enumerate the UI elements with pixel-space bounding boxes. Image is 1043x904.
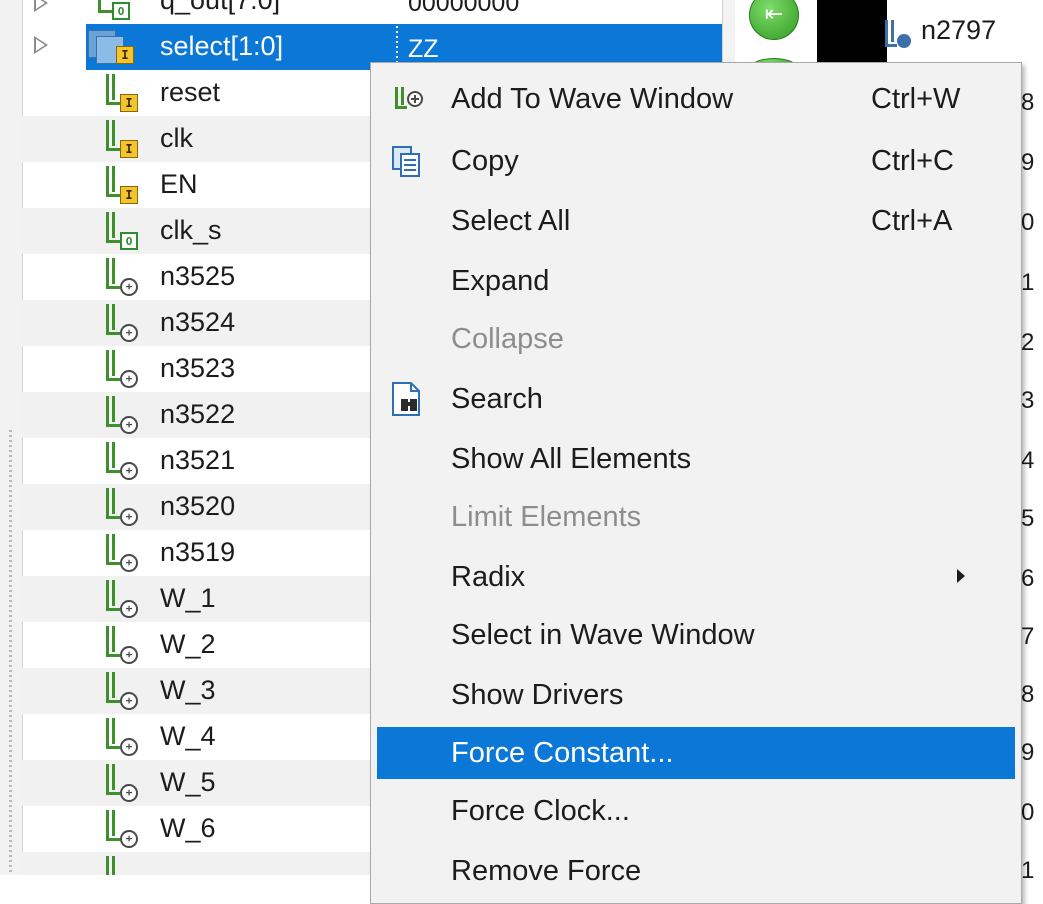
net-icon <box>885 20 915 52</box>
menu-item-select-in-wave-window[interactable]: Select in Wave Window <box>371 609 1021 661</box>
menu-item-label: Show All Elements <box>451 443 692 475</box>
tree-row-label: n3519 <box>160 537 236 567</box>
menu-item-label: Remove Force <box>451 855 642 887</box>
row-digit: 8 <box>1021 89 1035 116</box>
menu-item-search[interactable]: Search <box>371 373 1021 425</box>
row-digit: 2 <box>1021 329 1035 356</box>
menu-item-label: Force Clock... <box>451 795 630 827</box>
tree-row-label: n3522 <box>160 399 236 429</box>
menu-item-label: Copy <box>451 145 519 177</box>
net-signal-icon: + <box>102 396 138 436</box>
tree-row-q-out[interactable]: O q_out[7:0] 00000000 <box>22 0 722 24</box>
row-digit: 9 <box>1021 739 1035 766</box>
row-digit: 8 <box>1021 681 1035 708</box>
menu-item-limit-elements: Limit Elements <box>371 491 1021 543</box>
tree-row-label: clk <box>160 123 193 153</box>
row-digit: 1 <box>1021 269 1035 296</box>
tree-row-label: n3524 <box>160 307 236 337</box>
menu-item-expand[interactable]: Expand <box>371 255 1021 307</box>
search-icon <box>392 382 420 416</box>
tree-row-label: q_out[7:0] <box>160 0 281 15</box>
output-signal-icon: O <box>102 212 138 252</box>
menu-item-remove-force[interactable]: Remove Force <box>371 845 1021 897</box>
menu-item-force-clock[interactable]: Force Clock... <box>371 785 1021 837</box>
row-digit: 9 <box>1021 149 1035 176</box>
net-signal-icon: + <box>102 442 138 482</box>
tree-row-value: ZZ <box>408 35 439 63</box>
tree-row-label: reset <box>160 77 221 107</box>
row-digit: 1 <box>1021 857 1035 884</box>
menu-item-shortcut: Ctrl+C <box>871 145 954 177</box>
row-digit: 4 <box>1021 447 1035 474</box>
net-signal-icon: + <box>102 672 138 712</box>
net-signal-icon: + <box>102 718 138 758</box>
net-signal-icon: + <box>102 488 138 528</box>
resize-grip[interactable] <box>9 430 12 875</box>
output-bus-icon: O <box>94 0 130 22</box>
submenu-arrow-icon <box>957 569 965 583</box>
input-signal-icon: I <box>102 120 138 160</box>
waveform-black-box <box>817 0 887 70</box>
menu-item-label: Search <box>451 383 543 415</box>
tree-row-label: W_3 <box>160 675 216 705</box>
tree-row-label: n3521 <box>160 445 236 475</box>
expand-arrow-icon[interactable] <box>34 0 48 12</box>
tree-row-label: clk_s <box>160 215 222 245</box>
tree-row-label: EN <box>160 169 198 199</box>
net-signal-icon: + <box>102 350 138 390</box>
menu-item-label: Force Constant... <box>451 737 674 769</box>
expand-arrow-icon[interactable] <box>34 36 48 54</box>
menu-item-radix[interactable]: Radix <box>371 551 1021 603</box>
menu-item-label: Show Drivers <box>451 679 624 711</box>
net-signal-icon: + <box>102 580 138 620</box>
tree-row-label: W_5 <box>160 767 216 797</box>
input-bus-icon: I <box>88 28 144 68</box>
menu-item-show-drivers[interactable]: Show Drivers <box>371 669 1021 721</box>
net-signal-icon: + <box>102 258 138 298</box>
tree-row-label: W_1 <box>160 583 216 613</box>
context-menu: Add To Wave Window Ctrl+W Copy Ctrl+C Se… <box>370 62 1022 904</box>
row-digit: 0 <box>1021 209 1035 236</box>
tree-row-label: W_2 <box>160 629 216 659</box>
row-digit: 6 <box>1021 565 1035 592</box>
net-signal-icon: + <box>102 626 138 666</box>
row-digit: 5 <box>1021 505 1035 532</box>
menu-item-label: Collapse <box>451 323 564 355</box>
menu-item-label: Select in Wave Window <box>451 619 755 651</box>
tree-row-label: W_6 <box>160 813 216 843</box>
net-signal-icon <box>102 856 138 875</box>
menu-item-label: Select All <box>451 205 571 237</box>
menu-item-show-all-elements[interactable]: Show All Elements <box>371 433 1021 485</box>
add-to-wave-icon <box>395 87 423 109</box>
row-digit: 0 <box>1021 799 1035 826</box>
tree-row-label: W_4 <box>160 721 216 751</box>
menu-item-add-to-wave-window[interactable]: Add To Wave Window Ctrl+W <box>371 73 1021 125</box>
menu-item-shortcut: Ctrl+W <box>871 83 961 115</box>
net-signal-icon: + <box>102 764 138 804</box>
go-to-start-icon[interactable]: ⇤ <box>749 0 799 40</box>
net-signal-icon: + <box>102 534 138 574</box>
menu-item-label: Radix <box>451 561 526 593</box>
menu-item-force-constant[interactable]: Force Constant... <box>377 727 1015 779</box>
tree-row-label: n3525 <box>160 261 236 291</box>
tree-row-label: n3523 <box>160 353 236 383</box>
copy-icon <box>392 146 420 177</box>
input-signal-icon: I <box>102 74 138 114</box>
row-digit: 3 <box>1021 387 1035 414</box>
menu-item-collapse: Collapse <box>371 313 1021 365</box>
net-signal-icon: + <box>102 304 138 344</box>
row-digit: 7 <box>1021 623 1035 650</box>
menu-item-label: Limit Elements <box>451 501 642 533</box>
tree-row-label: select[1:0] <box>160 31 284 61</box>
tree-row-value: 00000000 <box>408 0 520 17</box>
tree-row-label: n3520 <box>160 491 236 521</box>
menu-item-shortcut: Ctrl+A <box>871 205 953 237</box>
menu-item-select-all[interactable]: Select All Ctrl+A <box>371 195 1021 247</box>
input-signal-icon: I <box>102 166 138 206</box>
net-signal-icon: + <box>102 810 138 850</box>
menu-item-label: Expand <box>451 265 550 297</box>
menu-item-label: Add To Wave Window <box>451 83 734 115</box>
menu-item-copy[interactable]: Copy Ctrl+C <box>371 135 1021 187</box>
left-gutter <box>0 0 23 875</box>
